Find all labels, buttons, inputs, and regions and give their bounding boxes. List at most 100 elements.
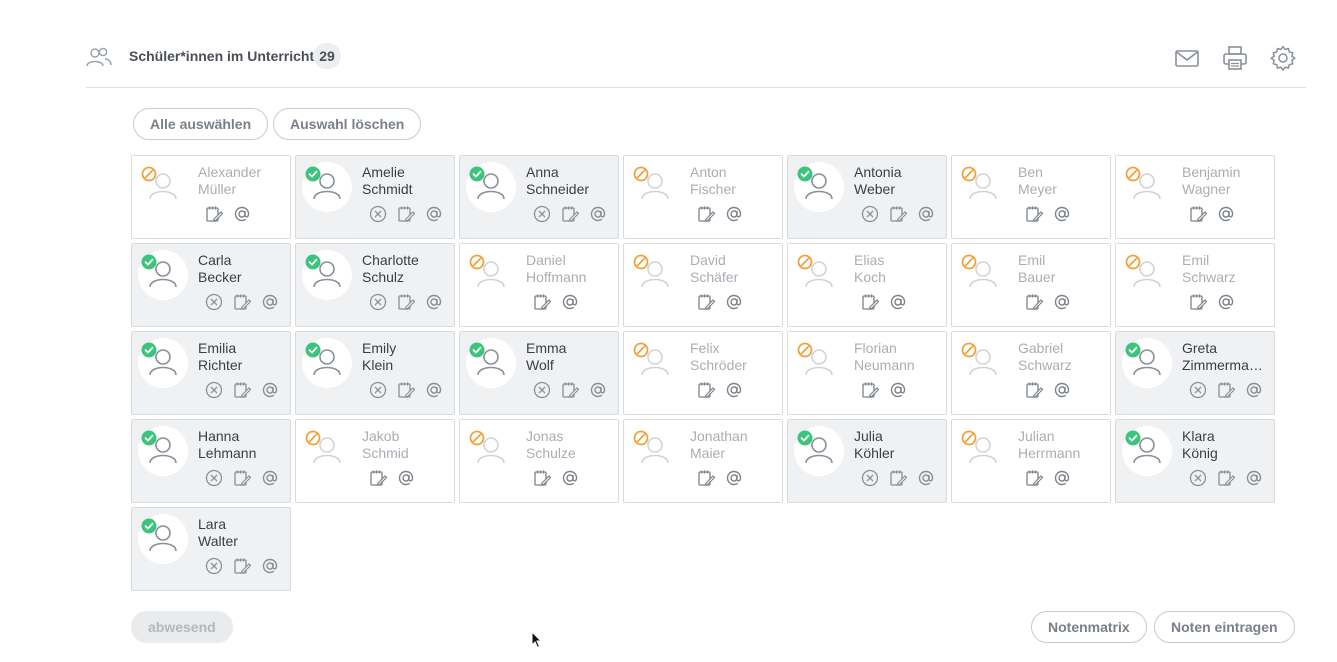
at-mail-icon[interactable]	[260, 468, 280, 488]
student-card[interactable]: Emil Bauer	[951, 243, 1111, 327]
at-mail-icon[interactable]	[1244, 380, 1264, 400]
student-card[interactable]: Klara König	[1115, 419, 1275, 503]
student-card[interactable]: Charlotte Schulz	[295, 243, 455, 327]
student-card[interactable]: David Schäfer	[623, 243, 783, 327]
at-mail-icon[interactable]	[588, 204, 608, 224]
notepad-edit-icon[interactable]	[1024, 204, 1044, 224]
remove-icon[interactable]	[368, 380, 388, 400]
remove-icon[interactable]	[860, 204, 880, 224]
student-card[interactable]: Lara Walter	[131, 507, 291, 591]
at-mail-icon[interactable]	[424, 380, 444, 400]
student-card[interactable]: Julian Herrmann	[951, 419, 1111, 503]
student-card[interactable]: Emil Schwarz	[1115, 243, 1275, 327]
at-mail-icon[interactable]	[724, 380, 744, 400]
at-mail-icon[interactable]	[724, 468, 744, 488]
notepad-edit-icon[interactable]	[860, 292, 880, 312]
notepad-edit-icon[interactable]	[532, 292, 552, 312]
notepad-edit-icon[interactable]	[396, 380, 416, 400]
at-mail-icon[interactable]	[1052, 380, 1072, 400]
at-mail-icon[interactable]	[560, 292, 580, 312]
student-card[interactable]: Jakob Schmid	[295, 419, 455, 503]
notepad-edit-icon[interactable]	[232, 468, 252, 488]
gear-icon[interactable]	[1269, 44, 1297, 72]
student-card[interactable]: Anna Schneider	[459, 155, 619, 239]
mail-icon[interactable]	[1173, 44, 1201, 72]
student-card[interactable]: Daniel Hoffmann	[459, 243, 619, 327]
select-all-button[interactable]: Alle auswählen	[133, 108, 269, 140]
at-mail-icon[interactable]	[1216, 292, 1236, 312]
remove-icon[interactable]	[1188, 468, 1208, 488]
at-mail-icon[interactable]	[1052, 204, 1072, 224]
clear-selection-button[interactable]: Auswahl löschen	[273, 108, 422, 140]
student-card[interactable]: Anton Fischer	[623, 155, 783, 239]
at-mail-icon[interactable]	[232, 204, 252, 224]
remove-icon[interactable]	[532, 204, 552, 224]
notepad-edit-icon[interactable]	[1024, 292, 1044, 312]
student-card[interactable]: Florian Neumann	[787, 331, 947, 415]
student-card[interactable]: Julia Köhler	[787, 419, 947, 503]
notepad-edit-icon[interactable]	[232, 556, 252, 576]
student-card[interactable]: Gabriel Schwarz	[951, 331, 1111, 415]
at-mail-icon[interactable]	[888, 380, 908, 400]
printer-icon[interactable]	[1221, 44, 1249, 72]
student-card[interactable]: Emilia Richter	[131, 331, 291, 415]
remove-icon[interactable]	[204, 556, 224, 576]
at-mail-icon[interactable]	[424, 204, 444, 224]
remove-icon[interactable]	[368, 204, 388, 224]
student-card[interactable]: Carla Becker	[131, 243, 291, 327]
enter-grades-button[interactable]: Noten eintragen	[1154, 611, 1295, 643]
notepad-edit-icon[interactable]	[888, 204, 908, 224]
absent-button[interactable]: abwesend	[131, 611, 233, 643]
notepad-edit-icon[interactable]	[696, 380, 716, 400]
notepad-edit-icon[interactable]	[560, 204, 580, 224]
remove-icon[interactable]	[1188, 380, 1208, 400]
student-card[interactable]: Antonia Weber	[787, 155, 947, 239]
at-mail-icon[interactable]	[1216, 204, 1236, 224]
at-mail-icon[interactable]	[916, 204, 936, 224]
at-mail-icon[interactable]	[424, 292, 444, 312]
notepad-edit-icon[interactable]	[1216, 468, 1236, 488]
notepad-edit-icon[interactable]	[232, 292, 252, 312]
student-card[interactable]: Hanna Lehmann	[131, 419, 291, 503]
at-mail-icon[interactable]	[396, 468, 416, 488]
student-card[interactable]: Benjamin Wagner	[1115, 155, 1275, 239]
at-mail-icon[interactable]	[260, 292, 280, 312]
student-card[interactable]: Elias Koch	[787, 243, 947, 327]
student-card[interactable]: Felix Schröder	[623, 331, 783, 415]
remove-icon[interactable]	[532, 380, 552, 400]
at-mail-icon[interactable]	[588, 380, 608, 400]
notepad-edit-icon[interactable]	[860, 380, 880, 400]
notepad-edit-icon[interactable]	[1024, 380, 1044, 400]
remove-icon[interactable]	[204, 292, 224, 312]
student-card[interactable]: Emma Wolf	[459, 331, 619, 415]
notepad-edit-icon[interactable]	[696, 204, 716, 224]
student-card[interactable]: Amelie Schmidt	[295, 155, 455, 239]
notepad-edit-icon[interactable]	[560, 380, 580, 400]
student-card[interactable]: Jonas Schulze	[459, 419, 619, 503]
at-mail-icon[interactable]	[1244, 468, 1264, 488]
at-mail-icon[interactable]	[916, 468, 936, 488]
at-mail-icon[interactable]	[260, 380, 280, 400]
student-card[interactable]: Ben Meyer	[951, 155, 1111, 239]
remove-icon[interactable]	[368, 292, 388, 312]
notepad-edit-icon[interactable]	[1188, 292, 1208, 312]
notepad-edit-icon[interactable]	[696, 292, 716, 312]
notepad-edit-icon[interactable]	[396, 204, 416, 224]
at-mail-icon[interactable]	[1052, 292, 1072, 312]
notepad-edit-icon[interactable]	[1024, 468, 1044, 488]
student-card[interactable]: Jonathan Maier	[623, 419, 783, 503]
student-card[interactable]: Emily Klein	[295, 331, 455, 415]
student-card[interactable]: Greta Zimmerma…	[1115, 331, 1275, 415]
at-mail-icon[interactable]	[724, 204, 744, 224]
notepad-edit-icon[interactable]	[1188, 204, 1208, 224]
remove-icon[interactable]	[204, 380, 224, 400]
notepad-edit-icon[interactable]	[396, 292, 416, 312]
at-mail-icon[interactable]	[1052, 468, 1072, 488]
notepad-edit-icon[interactable]	[368, 468, 388, 488]
notepad-edit-icon[interactable]	[532, 468, 552, 488]
notepad-edit-icon[interactable]	[232, 380, 252, 400]
remove-icon[interactable]	[860, 468, 880, 488]
notepad-edit-icon[interactable]	[888, 468, 908, 488]
notepad-edit-icon[interactable]	[1216, 380, 1236, 400]
at-mail-icon[interactable]	[560, 468, 580, 488]
